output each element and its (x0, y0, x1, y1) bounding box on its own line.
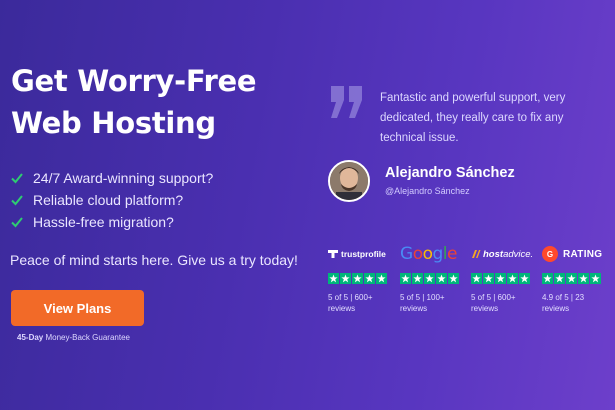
feature-text: Hassle-free migration? (33, 214, 174, 230)
star-icon (340, 273, 351, 284)
check-icon (11, 195, 23, 206)
star-icon (364, 273, 375, 284)
author-name: Alejandro Sánchez (385, 165, 515, 181)
star-icon (412, 273, 423, 284)
rating-score: 5 of 5 | 600+ (471, 293, 516, 302)
guarantee-text: Money-Back Guarantee (43, 333, 130, 342)
trustprofile-logo: trustprofile (328, 244, 394, 264)
trustprofile-logo-text: trustprofile (341, 249, 386, 259)
feature-list: 24/7 Award-winning support? Reliable clo… (10, 167, 213, 233)
feature-text: Reliable cloud platform? (33, 192, 184, 208)
rating-score: 5 of 5 | 100+ (400, 293, 445, 302)
check-icon (11, 217, 23, 228)
tagline: Peace of mind starts here. Give us a try… (10, 252, 298, 268)
avatar (328, 160, 370, 202)
guarantee-days: 45-Day (17, 333, 44, 342)
testimonial-quote: Fantastic and powerful support, very ded… (380, 92, 566, 144)
rating-google: Google 5 of 5 | 100+ reviews (400, 244, 466, 314)
star-icon (436, 273, 447, 284)
star-icon (578, 273, 589, 284)
money-back-guarantee: 45-Day Money-Back Guarantee (17, 333, 130, 342)
star-icon (424, 273, 435, 284)
rating-score: 5 of 5 | 600+ (328, 293, 373, 302)
google-logo-g2: g (432, 244, 444, 264)
g2-logo-text: RATING (563, 248, 603, 260)
star-icon (542, 273, 553, 284)
feature-text: 24/7 Award-winning support? (33, 170, 214, 186)
star-icon (554, 273, 565, 284)
star-icon (519, 273, 530, 284)
star-icon (590, 273, 601, 284)
g2-logo: G RATING (542, 244, 608, 264)
avatar-image (330, 162, 368, 200)
star-icon (566, 273, 577, 284)
rating-trustprofile: trustprofile 5 of 5 | 600+ reviews (328, 244, 394, 314)
rating-score: 4.9 of 5 | 23 (542, 293, 585, 302)
rating-reviews-label: reviews (400, 304, 428, 313)
google-logo-g: G (400, 244, 413, 264)
check-icon (11, 173, 23, 184)
star-row (328, 273, 394, 284)
star-icon (495, 273, 506, 284)
hero-section: Get Worry-Free Web Hosting 24/7 Award-wi… (0, 0, 615, 410)
google-logo: Google (400, 244, 466, 264)
ratings-row: trustprofile 5 of 5 | 600+ reviews Googl… (328, 244, 613, 324)
author-handle: @Alejandro Sánchez (385, 186, 470, 196)
headline: Get Worry-Free Web Hosting (11, 64, 257, 140)
feature-item: Hassle-free migration? (10, 211, 213, 233)
google-logo-e: e (447, 244, 457, 264)
rating-reviews-label: reviews (542, 304, 570, 313)
rating-reviews-label: reviews (471, 304, 499, 313)
star-row (542, 273, 608, 284)
hostadvice-logo-bold: host (483, 248, 504, 260)
star-row (400, 273, 466, 284)
star-icon (328, 273, 339, 284)
star-icon (471, 273, 482, 284)
rating-hostadvice: host advice. 5 of 5 | 600+ reviews (471, 244, 537, 314)
rating-reviews-label: reviews (328, 304, 356, 313)
view-plans-button[interactable]: View Plans (11, 290, 144, 326)
trustprofile-icon (328, 250, 338, 258)
feature-item: 24/7 Award-winning support? (10, 167, 213, 189)
rating-g2: G RATING 4.9 of 5 | 23 reviews (542, 244, 608, 314)
star-icon (507, 273, 518, 284)
star-icon (352, 273, 363, 284)
hostadvice-logo: host advice. (471, 244, 537, 264)
star-icon (400, 273, 411, 284)
hostadvice-logo-rest: advice. (503, 248, 534, 260)
g2-icon: G (542, 246, 558, 262)
star-icon (376, 273, 387, 284)
star-icon (483, 273, 494, 284)
feature-item: Reliable cloud platform? (10, 189, 213, 211)
hostadvice-icon (472, 250, 481, 258)
google-logo-o1: o (412, 244, 423, 264)
google-logo-o2: o (422, 244, 433, 264)
star-icon (448, 273, 459, 284)
quote-icon (331, 86, 362, 118)
star-row (471, 273, 537, 284)
